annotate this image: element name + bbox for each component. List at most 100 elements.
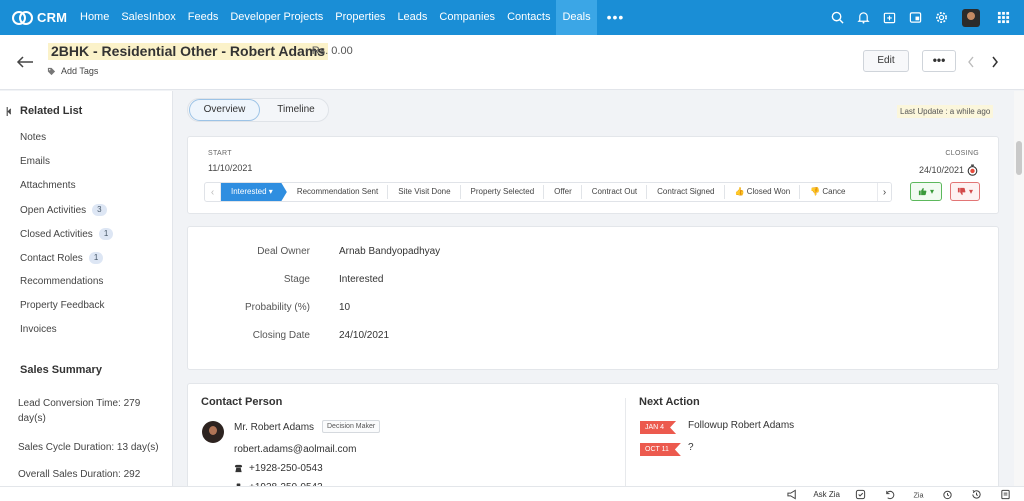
related-list-title: Related List [20,105,83,117]
sidebar-item-recommendations[interactable]: Recommendations [20,276,103,287]
field-value-deal-owner[interactable]: Arnab Bandyopadhyay [339,246,440,257]
phone-icon [234,464,243,473]
closing-date: 24/10/2021 [918,165,964,175]
more-actions-button[interactable]: ••• [922,50,956,72]
closing-label: CLOSING [945,150,979,157]
gear-icon[interactable] [928,0,954,35]
notes-icon[interactable] [991,487,1020,501]
stage-label: Site Visit Done [398,187,451,196]
next-action-item[interactable]: ? [688,442,694,453]
sidebar-item-contact-roles[interactable]: Contact Roles 1 [20,252,104,264]
stage-contract-signed[interactable]: Contract Signed [647,183,725,201]
sidebar-item-label: Property Feedback [20,300,105,311]
contact-role-badge: Decision Maker [322,420,381,433]
nav-feeds[interactable]: Feeds [182,0,225,35]
thumbs-down-icon: 👎 [810,187,821,196]
collapse-icon[interactable] [6,106,12,116]
stage-cancelled[interactable]: 👎 Cance [800,183,855,201]
field-label-stage: Stage [283,274,310,285]
stage-offer[interactable]: Offer [544,183,582,201]
stage-card: START 11/10/2021 CLOSING 24/10/2021 ‹ In… [187,136,999,214]
ask-zia-button[interactable]: Ask Zia [807,490,846,499]
field-value-closing-date[interactable]: 24/10/2021 [339,330,389,341]
field-value-probability[interactable]: 10 [339,302,350,313]
next-action-date-badge: OCT 11 [640,443,681,456]
contact-name[interactable]: Mr. Robert Adams [234,422,314,433]
nav-deals[interactable]: Deals [556,0,597,35]
stage-contract-out[interactable]: Contract Out [582,183,648,201]
stage-recommendation-sent[interactable]: Recommendation Sent [287,183,389,201]
stage-scroll-left-icon[interactable]: ‹ [205,183,221,201]
contact-avatar[interactable] [202,421,224,443]
mark-won-button[interactable]: ▾ [910,182,942,201]
sales-cycle-duration: Sales Cycle Duration: 13 day(s) [18,442,159,453]
user-avatar[interactable] [962,8,980,27]
bell-icon[interactable] [850,0,876,35]
nav-companies[interactable]: Companies [433,0,501,35]
start-date: 11/10/2021 [208,163,253,173]
thumbs-down-icon [957,187,966,196]
contact-person-title: Contact Person [201,396,283,408]
nav-leads[interactable]: Leads [391,0,433,35]
deal-details-card: Deal Owner Arnab Bandyopadhyay Stage Int… [187,226,999,370]
next-record-icon[interactable] [990,55,1000,69]
crm-logo-icon [12,10,33,25]
page-scrollbar[interactable] [1014,91,1024,487]
mark-lost-button[interactable]: ▾ [950,182,980,201]
zia-icon[interactable]: Zia [904,487,933,501]
history-icon[interactable] [962,487,991,501]
apps-grid-icon[interactable] [990,0,1016,35]
tab-timeline[interactable]: Timeline [268,99,324,121]
calendar-add-icon[interactable] [876,0,902,35]
contact-phone[interactable]: +1928-250-0543 [234,463,323,474]
related-list-sidebar: Related List Notes Emails Attachments Op… [0,91,173,501]
sidebar-item-notes[interactable]: Notes [20,132,46,143]
activities-icon[interactable] [902,0,928,35]
scrollbar-thumb[interactable] [1016,141,1022,175]
search-icon[interactable] [824,0,850,35]
sidebar-item-property-feedback[interactable]: Property Feedback [20,300,105,311]
previous-record-icon[interactable] [966,55,976,69]
sidebar-item-open-activities[interactable]: Open Activities 3 [20,204,107,216]
record-header: 2BHK - Residential Other - Robert Adams … [0,35,1024,90]
stage-label: Recommendation Sent [296,187,379,196]
nav-salesinbox[interactable]: SalesInbox [115,0,181,35]
sidebar-item-attachments[interactable]: Attachments [20,180,76,191]
contact-email[interactable]: robert.adams@aolmail.com [234,444,356,455]
tab-overview[interactable]: Overview [189,99,260,121]
sidebar-item-label: Emails [20,156,51,167]
crm-logo[interactable]: CRM [0,10,74,25]
field-value-stage[interactable]: Interested [339,274,383,285]
stage-interested[interactable]: Interested ▾ [221,182,287,202]
alarm-clock-icon[interactable] [933,487,962,501]
svg-text:Zia: Zia [913,491,924,500]
nav-home[interactable]: Home [74,0,115,35]
related-list-header[interactable]: Related List [6,105,82,117]
sidebar-item-invoices[interactable]: Invoices [20,324,57,335]
timer-icon [967,164,978,176]
nav-more-button[interactable]: ••• [597,0,635,35]
stage-closed-won[interactable]: 👍 Closed Won [725,183,801,201]
stage-label: Property Selected [470,187,535,196]
sidebar-item-emails[interactable]: Emails [20,156,50,167]
megaphone-icon[interactable] [778,487,807,501]
field-label-deal-owner: Deal Owner [257,246,310,257]
sidebar-item-closed-activities[interactable]: Closed Activities 1 [20,228,114,240]
next-action-item[interactable]: Followup Robert Adams [688,420,794,431]
stage-label: Closed Won [746,187,791,196]
add-tags-link[interactable]: Add Tags [47,66,98,76]
refresh-record-icon[interactable] [875,487,904,501]
stage-scroll-right-icon[interactable]: › [877,183,891,201]
nav-properties[interactable]: Properties [329,0,391,35]
back-arrow-icon[interactable] [16,55,34,69]
nav-contacts[interactable]: Contacts [501,0,556,35]
thumbs-up-icon [918,187,927,196]
sidebar-item-label: Invoices [20,324,57,335]
nav-developer-projects[interactable]: Developer Projects [224,0,329,35]
deal-title: 2BHK - Residential Other - Robert Adams [48,43,329,60]
stage-label: Offer [554,187,572,196]
stage-site-visit-done[interactable]: Site Visit Done [388,183,461,201]
edit-button[interactable]: Edit [863,50,909,72]
smart-chat-icon[interactable] [846,487,875,501]
stage-property-selected[interactable]: Property Selected [461,183,545,201]
